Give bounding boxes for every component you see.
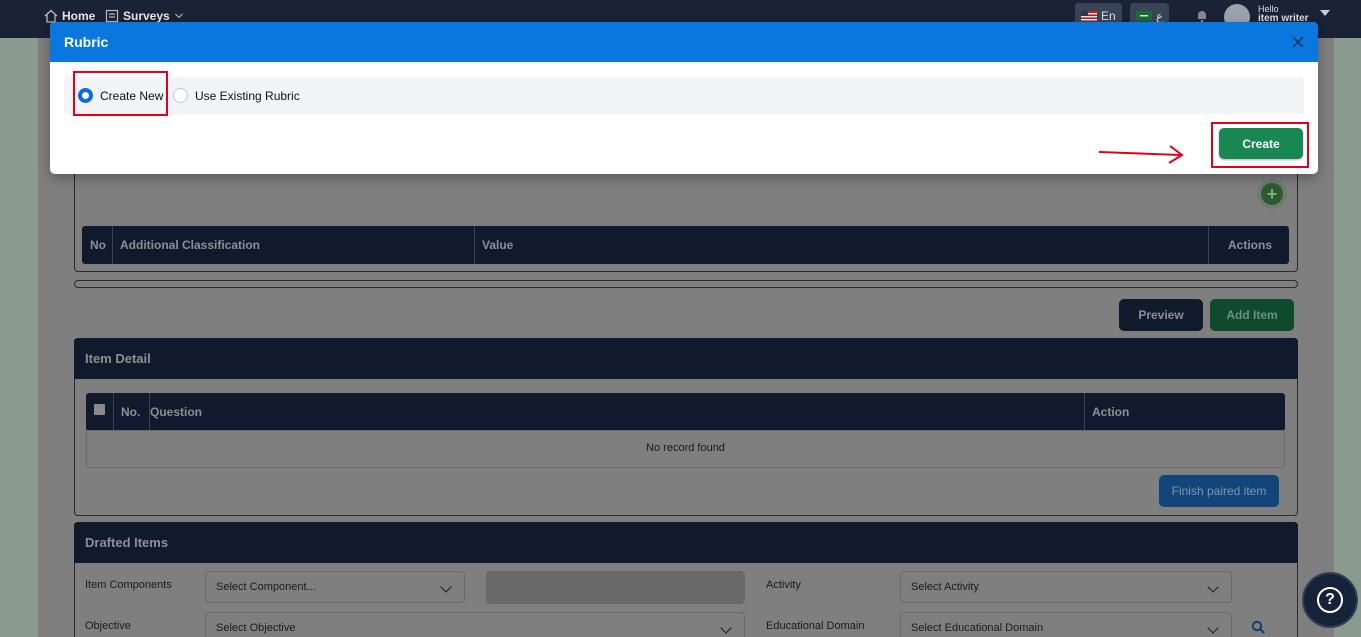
item-detail-table-header: No. Question Action bbox=[86, 393, 1285, 431]
add-classification-button[interactable]: + bbox=[1257, 179, 1287, 209]
language-ar-label: ع bbox=[1156, 9, 1164, 23]
select-all-checkbox[interactable] bbox=[94, 403, 105, 415]
surveys-icon bbox=[105, 9, 119, 23]
chevron-down-icon bbox=[1207, 622, 1219, 634]
objective-label: Objective bbox=[85, 620, 131, 632]
item-components-label: Item Components bbox=[85, 579, 172, 591]
nav-home-label: Home bbox=[62, 9, 96, 23]
activity-value: Select Activity bbox=[911, 581, 979, 593]
use-existing-rubric-option[interactable]: Use Existing Rubric bbox=[173, 77, 300, 114]
use-existing-rubric-label: Use Existing Rubric bbox=[195, 88, 300, 103]
finish-paired-item-button[interactable]: Finish paired item bbox=[1159, 475, 1279, 507]
column-header-question: Question bbox=[149, 393, 1085, 431]
question-mark-icon: ? bbox=[1317, 587, 1343, 613]
create-button-highlight bbox=[1211, 122, 1309, 168]
chevron-down-icon bbox=[174, 13, 183, 19]
home-icon bbox=[44, 9, 58, 23]
item-components-value: Select Component... bbox=[216, 581, 316, 593]
nav-surveys[interactable]: Surveys bbox=[105, 9, 184, 23]
add-item-button[interactable]: Add Item bbox=[1210, 299, 1294, 331]
chevron-down-icon bbox=[1207, 581, 1219, 593]
objective-select[interactable]: Select Objective bbox=[205, 612, 745, 637]
objective-value: Select Objective bbox=[216, 622, 296, 634]
column-header-no: No bbox=[82, 226, 113, 264]
modal-title: Rubric bbox=[64, 34, 109, 50]
plus-icon: + bbox=[1261, 183, 1283, 205]
language-en-label: En bbox=[1101, 9, 1116, 23]
rubric-option-group: Create New Use Existing Rubric bbox=[64, 77, 1304, 114]
column-header-action: Action bbox=[1092, 405, 1130, 419]
create-new-highlight bbox=[73, 71, 168, 116]
drafted-items-title: Drafted Items bbox=[74, 522, 1298, 563]
disabled-field bbox=[486, 571, 745, 604]
activity-label: Activity bbox=[766, 579, 801, 591]
column-header-actions: Actions bbox=[1228, 238, 1273, 252]
sa-flag-icon bbox=[1136, 11, 1152, 21]
preview-button[interactable]: Preview bbox=[1119, 299, 1203, 331]
us-flag-icon bbox=[1081, 11, 1097, 21]
search-icon[interactable] bbox=[1251, 620, 1265, 634]
column-header-number: No. bbox=[113, 393, 150, 431]
column-header-additional-classification: Additional Classification bbox=[112, 226, 475, 264]
modal-header: Rubric bbox=[50, 22, 1318, 62]
chevron-down-icon bbox=[720, 622, 732, 634]
column-header-value: Value bbox=[474, 226, 1209, 264]
divider-bar bbox=[74, 280, 1298, 288]
select-all-checkbox-cell bbox=[86, 393, 114, 431]
user-greeting: Hello item writer bbox=[1258, 4, 1309, 24]
nav-surveys-label: Surveys bbox=[123, 9, 170, 23]
use-existing-rubric-radio[interactable] bbox=[173, 88, 188, 103]
user-menu-chevron-icon[interactable] bbox=[1320, 10, 1330, 16]
empty-state-text: No record found bbox=[646, 442, 725, 454]
educational-domain-label: Educational Domain bbox=[766, 620, 865, 632]
red-arrow-annotation bbox=[1098, 145, 1184, 164]
help-button[interactable]: ? bbox=[1302, 572, 1358, 628]
chevron-down-icon bbox=[440, 581, 452, 593]
close-icon[interactable] bbox=[1290, 34, 1306, 50]
activity-select[interactable]: Select Activity bbox=[900, 571, 1232, 603]
educational-domain-value: Select Educational Domain bbox=[911, 622, 1044, 634]
nav-home[interactable]: Home bbox=[44, 9, 95, 23]
classification-table-header: No Additional Classification Value Actio… bbox=[82, 226, 1289, 264]
item-detail-title: Item Detail bbox=[74, 338, 1298, 379]
item-components-select[interactable]: Select Component... bbox=[205, 571, 465, 603]
bell-icon[interactable] bbox=[1195, 9, 1209, 23]
educational-domain-select[interactable]: Select Educational Domain bbox=[900, 612, 1232, 637]
